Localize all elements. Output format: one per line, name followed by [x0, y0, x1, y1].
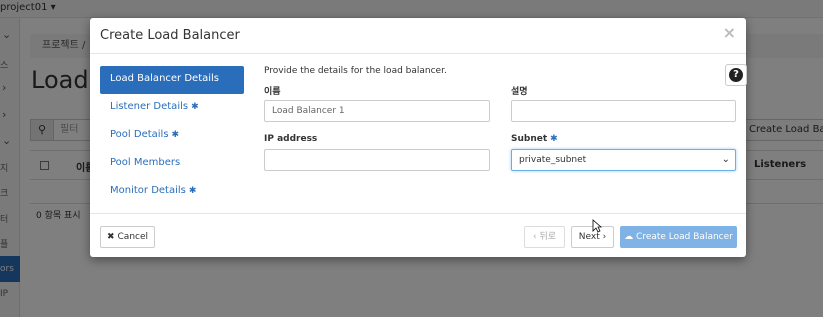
modal-title: Create Load Balancer [100, 28, 240, 43]
step-listener-details[interactable]: Listener Details ✱ [100, 94, 244, 122]
subnet-selected-value: private_subnet [519, 155, 587, 165]
step-pool-members[interactable]: Pool Members [100, 150, 244, 178]
subnet-label-text: Subnet [511, 134, 548, 144]
chevron-down-icon: ⌄ [721, 154, 730, 165]
close-icon: ✖ [106, 232, 115, 242]
wizard-steps: Load Balancer Details Listener Details ✱ … [100, 66, 244, 206]
cloud-upload-icon: ☁ [624, 232, 637, 242]
step-monitor-details[interactable]: Monitor Details ✱ [100, 178, 244, 206]
description-input[interactable] [511, 100, 736, 122]
ip-address-label: IP address [264, 134, 318, 144]
subnet-select[interactable]: private_subnet ⌄ [511, 149, 736, 171]
name-input[interactable]: Load Balancer 1 [264, 100, 490, 122]
description-label: 설명 [511, 87, 528, 97]
cancel-button[interactable]: ✖ Cancel [100, 226, 155, 248]
create-load-balancer-modal: Create Load Balancer × Load Balancer Det… [90, 18, 747, 257]
required-icon: ✱ [191, 102, 199, 112]
required-icon: ✱ [171, 130, 180, 140]
name-label: 이름 [264, 87, 281, 97]
subnet-label: Subnet ✱ [511, 134, 558, 144]
mouse-cursor-icon [592, 219, 602, 233]
cancel-label: Cancel [117, 232, 149, 242]
ip-address-input[interactable] [264, 149, 490, 171]
required-icon: ✱ [188, 186, 197, 196]
help-button[interactable]: ? [725, 64, 747, 86]
step-label: Monitor Details [110, 185, 186, 196]
help-icon: ? [729, 68, 743, 82]
step-label: Listener Details [110, 101, 189, 112]
step-label: Load Balancer Details [110, 73, 220, 84]
form-intro: Provide the details for the load balance… [264, 66, 447, 76]
modal-footer: ✖ Cancel ‹ 뒤로 Next › ☁ Create Load Balanc… [90, 213, 746, 257]
close-icon[interactable]: × [723, 25, 736, 41]
required-icon: ✱ [550, 134, 558, 144]
step-label: Pool Members [110, 157, 181, 168]
create-label: Create Load Balancer [636, 232, 733, 242]
back-button[interactable]: ‹ 뒤로 [524, 226, 565, 248]
step-pool-details[interactable]: Pool Details ✱ [100, 122, 244, 150]
step-load-balancer-details[interactable]: Load Balancer Details [100, 66, 244, 94]
create-load-balancer-submit-button[interactable]: ☁ Create Load Balancer [620, 226, 737, 248]
modal-header: Create Load Balancer × [90, 18, 746, 54]
step-label: Pool Details [110, 129, 169, 140]
